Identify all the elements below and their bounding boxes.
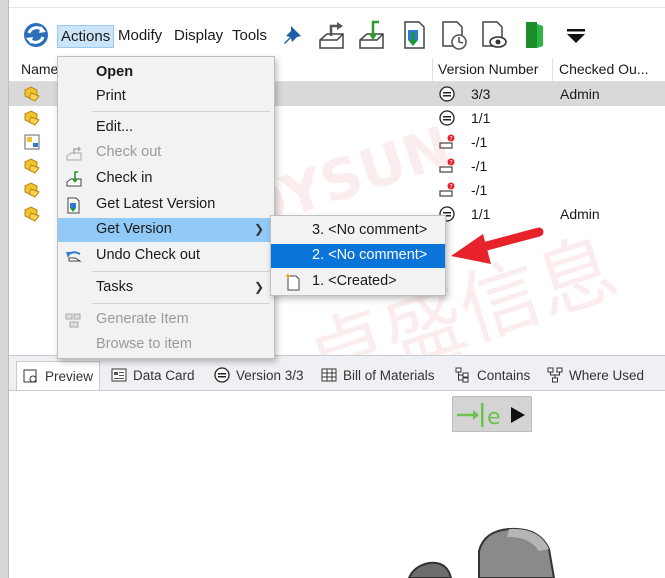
get-latest-icon <box>67 197 80 214</box>
menu-actions[interactable]: Actions <box>57 25 115 48</box>
menu-item-get-latest-version[interactable]: Get Latest Version <box>58 193 274 217</box>
menu-item-undo-check-out[interactable]: Undo Check out <box>58 244 274 268</box>
tab-label: Where Used <box>569 367 645 383</box>
data-card-icon <box>111 368 127 382</box>
menu-item-generate-item[interactable]: Generate Item <box>58 308 274 332</box>
version-option-1[interactable]: 1. <Created> <box>271 270 445 294</box>
toolbar: Actions Modify Display Tools <box>9 8 665 60</box>
column-name[interactable]: Name <box>21 61 58 77</box>
menu-item-edit[interactable]: Edit... <box>58 116 274 140</box>
menu-item-tasks[interactable]: Tasks ❯ <box>58 276 274 300</box>
detail-tabs: Preview Data Card Version 3/3 Bill of Ma… <box>9 355 665 391</box>
pin-icon[interactable] <box>277 18 311 52</box>
assembly-icon <box>24 110 40 126</box>
svg-text:e: e <box>487 405 501 430</box>
preview-pane: e <box>9 391 665 578</box>
menu-item-check-in[interactable]: Check in <box>58 167 274 191</box>
refresh-icon[interactable] <box>21 20 51 50</box>
column-version-number[interactable]: Version Number <box>438 61 538 77</box>
version-number: -/1 <box>471 134 488 150</box>
generate-item-icon <box>65 313 81 328</box>
tab-label: Bill of Materials <box>343 367 435 383</box>
assembly-icon <box>24 182 40 198</box>
drawing-icon <box>24 134 40 150</box>
menu-item-get-version[interactable]: Get Version ❯ <box>58 218 274 242</box>
version-number: 3/3 <box>471 86 491 102</box>
new-document-icon <box>286 274 300 291</box>
menu-separator <box>92 271 270 272</box>
assembly-icon <box>24 158 40 174</box>
preview-icon <box>23 369 37 383</box>
menu-item-browse-to-item[interactable]: Browse to item <box>58 333 274 357</box>
column-divider[interactable] <box>432 58 433 82</box>
contains-icon <box>455 367 469 383</box>
version-status-icon <box>439 110 455 126</box>
actions-context-menu: Open Print Edit... Check out Check in Ge… <box>57 56 275 359</box>
red-callout-arrow <box>451 227 544 264</box>
edrawings-icon: e <box>457 403 525 430</box>
top-border <box>9 0 665 8</box>
get-version-submenu: 3. <No comment> 2. <No comment> 1. <Crea… <box>270 215 446 296</box>
checked-out-by: Admin <box>560 86 600 102</box>
check-out-icon[interactable] <box>315 18 349 52</box>
tab-label: Version 3/3 <box>236 367 304 383</box>
column-checked-out-by[interactable]: Checked Ou... <box>559 61 649 77</box>
column-divider[interactable] <box>552 58 553 82</box>
check-in-icon <box>66 171 82 187</box>
tab-label: Preview <box>45 368 94 384</box>
version-option-3[interactable]: 3. <No comment> <box>271 219 445 243</box>
menu-tools[interactable]: Tools <box>229 25 270 46</box>
menu-item-print[interactable]: Print <box>58 85 274 109</box>
menu-item-check-out[interactable]: Check out <box>58 141 274 165</box>
bookmark-icon[interactable] <box>517 18 551 52</box>
check-in-icon[interactable] <box>355 18 389 52</box>
version-number: -/1 <box>471 182 488 198</box>
check-out-icon <box>66 146 82 161</box>
undo-check-out-icon <box>66 251 82 262</box>
svg-text:?: ? <box>450 136 453 143</box>
dropdown-icon[interactable] <box>559 18 593 52</box>
local-version-icon: ? <box>439 134 455 149</box>
menu-item-open[interactable]: Open <box>58 61 274 85</box>
get-latest-icon[interactable] <box>397 18 431 52</box>
version-number: -/1 <box>471 158 488 174</box>
menu-separator <box>92 111 270 112</box>
local-version-icon: ? <box>439 158 455 173</box>
tab-contains[interactable]: Contains <box>455 362 530 388</box>
assembly-icon <box>24 86 40 102</box>
version-status-icon <box>439 86 455 102</box>
checked-out-by: Admin <box>560 206 600 222</box>
tab-label: Contains <box>477 367 531 383</box>
svg-text:?: ? <box>450 160 453 167</box>
version-icon <box>214 367 230 383</box>
submenu-arrow-icon: ❯ <box>253 280 264 294</box>
svg-text:?: ? <box>450 184 453 191</box>
assembly-icon <box>24 206 40 222</box>
preview-icon[interactable] <box>477 18 511 52</box>
tab-version[interactable]: Version 3/3 <box>214 362 304 388</box>
tab-data-card[interactable]: Data Card <box>111 362 195 388</box>
version-option-2[interactable]: 2. <No comment> <box>271 244 445 268</box>
menu-display[interactable]: Display <box>171 25 226 46</box>
model-preview-image <box>407 527 556 578</box>
local-version-icon: ? <box>439 182 455 197</box>
table-icon <box>321 368 337 382</box>
tab-label: Data Card <box>133 367 195 383</box>
menu-modify[interactable]: Modify <box>115 25 165 46</box>
tab-preview[interactable]: Preview <box>16 361 101 390</box>
version-number: 1/1 <box>471 206 491 222</box>
history-icon[interactable] <box>437 18 471 52</box>
edrawings-play-button[interactable]: e <box>452 396 532 432</box>
submenu-arrow-icon: ❯ <box>253 222 264 236</box>
version-number: 1/1 <box>471 110 491 126</box>
where-used-icon <box>547 367 563 383</box>
tab-bill-of-materials[interactable]: Bill of Materials <box>321 362 435 388</box>
tab-where-used[interactable]: Where Used <box>547 362 644 388</box>
menu-separator <box>92 303 270 304</box>
left-panel-edge <box>0 0 9 578</box>
